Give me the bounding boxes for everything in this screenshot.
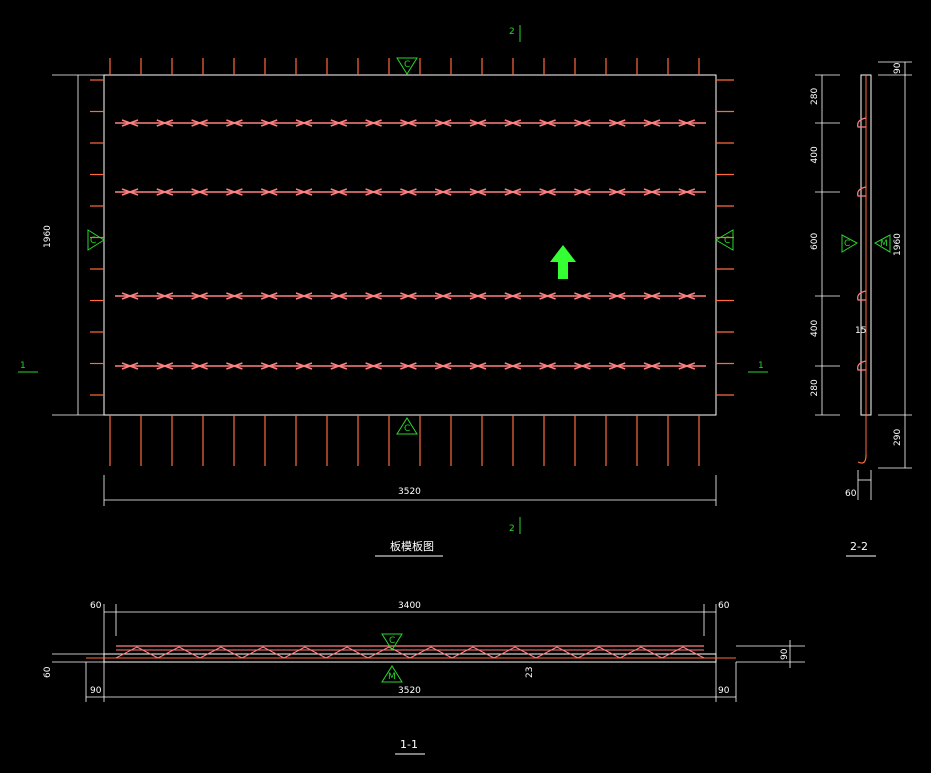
section-2-2-marker-m: M (873, 234, 891, 253)
section-mark-right: 1 (748, 361, 768, 373)
section-2-2-dim-total: 1960 (893, 233, 903, 256)
svg-text:C: C (90, 236, 96, 246)
svg-text:M: M (880, 239, 888, 249)
dimension-height-label: 1960 (43, 225, 53, 248)
section-mark-right-label: 1 (758, 361, 764, 371)
section-2-2: 280 400 600 400 280 90 1960 290 C M 15 60 2-… (810, 61, 912, 557)
section-mark-top: 2 (509, 25, 521, 42)
section-mark-bottom: 2 (509, 517, 521, 534)
section-mark-left-label: 1 (20, 361, 26, 371)
section-2-2-truss-bump (857, 117, 867, 128)
section-2-2-truss-bump (857, 360, 867, 371)
section-1-1-dim-left: 60 (43, 666, 53, 678)
marker-c-top: C (396, 57, 418, 75)
marker-c-bottom: C (396, 417, 418, 435)
section-1-1-truss (115, 646, 705, 659)
section-2-2-dim-left-label: 280 (810, 379, 820, 396)
section-1-1-marker-c: C (381, 633, 403, 651)
svg-text:C: C (404, 424, 410, 434)
marker-c-left: C (87, 229, 105, 251)
plan-title: 板模板图 (390, 539, 434, 553)
direction-arrow-icon (550, 245, 576, 279)
section-2-2-dim-top: 90 (893, 62, 903, 74)
svg-text:C: C (844, 239, 850, 249)
section-2-2-dim-bottom-right: 290 (893, 429, 903, 446)
drawing-canvas: 2 2 1 1 C C C C 1960 3520 板模板图 280400600… (18, 25, 912, 755)
section-2-2-title: 2-2 (850, 540, 868, 553)
dimension-width: 3520 (103, 475, 717, 506)
marker-c-right: C (715, 229, 734, 251)
dimension-width-label: 3520 (398, 487, 421, 497)
plan-view: 2 2 1 1 C C C C 1960 3520 板模板图 (18, 25, 768, 557)
svg-text:C: C (389, 636, 395, 646)
section-2-2-truss-bump (857, 290, 867, 301)
svg-text:C: C (724, 236, 730, 246)
section-2-2-dim-left-label: 400 (810, 146, 820, 163)
section-2-2-truss-bump (857, 186, 867, 197)
section-1-1-dim-top-mid: 3400 (398, 601, 421, 611)
section-2-2-marker-c: C (841, 234, 859, 253)
section-mark-left: 1 (18, 361, 38, 373)
section-1-1-dim-bottom-left: 90 (90, 686, 102, 696)
section-2-2-dim-small: 15 (855, 326, 866, 336)
section-1-1-dim-small: 23 (525, 667, 535, 678)
section-2-2-dim-left-label: 600 (810, 233, 820, 250)
section-mark-bottom-label: 2 (509, 524, 515, 534)
section-1-1-title: 1-1 (400, 738, 418, 751)
section-1-1-dim-bottom-mid: 3520 (398, 686, 421, 696)
section-2-2-dim-left-label: 280 (810, 88, 820, 105)
svg-text:M: M (388, 672, 396, 682)
svg-text:C: C (404, 60, 410, 70)
section-1-1-dim-top-right: 60 (718, 601, 730, 611)
section-mark-top-label: 2 (509, 27, 515, 37)
section-1-1-dim-top-left: 60 (90, 601, 102, 611)
section-2-2-dim-left-label: 400 (810, 320, 820, 337)
section-1-1: 60 3400 60 90 3520 90 60 90 23 C M 1-1 (43, 601, 805, 755)
section-2-2-dims-left: 280 400 600 400 280 (810, 74, 840, 416)
truss-rows (115, 119, 706, 370)
section-1-1-marker-m: M (381, 665, 403, 683)
section-1-1-dim-bottom-right: 90 (718, 686, 730, 696)
section-1-1-dim-right: 90 (780, 648, 790, 660)
section-2-2-dim-bottom: 60 (845, 489, 857, 499)
